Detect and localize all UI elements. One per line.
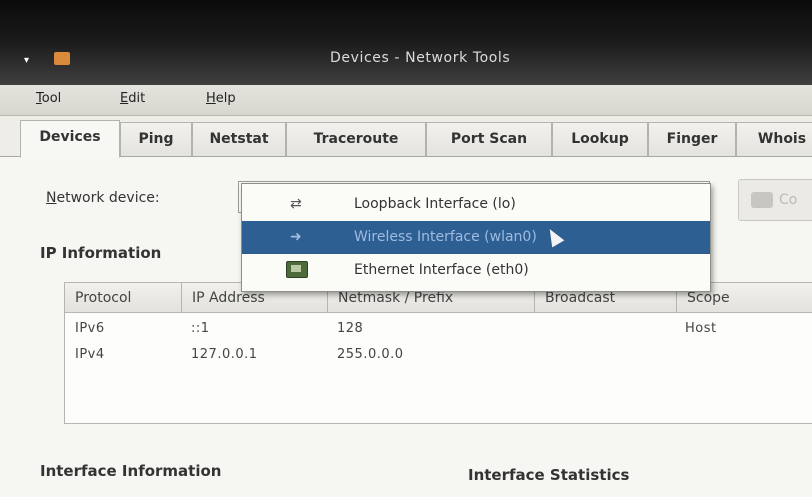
cell-ip-address: ::1 xyxy=(191,321,210,336)
app-icon xyxy=(54,52,70,65)
loopback-icon: ⇄ xyxy=(290,196,302,212)
ip-information-table: Protocol IP Address Netmask / Prefix Bro… xyxy=(64,282,812,424)
wireless-icon: ➜ xyxy=(290,229,302,245)
network-device-label: Network device: xyxy=(46,190,160,206)
tab-traceroute[interactable]: Traceroute xyxy=(286,122,426,156)
configure-icon xyxy=(751,192,773,208)
table-row[interactable]: IPv4 127.0.0.1 255.0.0.0 xyxy=(65,347,812,369)
column-header-protocol[interactable]: Protocol xyxy=(65,283,182,313)
tab-ping[interactable]: Ping xyxy=(120,122,192,156)
dropdown-item-label: Loopback Interface (lo) xyxy=(354,196,516,212)
tab-port-scan[interactable]: Port Scan xyxy=(426,122,552,156)
cell-netmask: 128 xyxy=(337,321,364,336)
tab-finger[interactable]: Finger xyxy=(648,122,736,156)
menu-help[interactable]: Help xyxy=(206,91,236,106)
interface-information-title: Interface Information xyxy=(40,462,222,480)
window-title: Devices - Network Tools xyxy=(330,50,511,66)
tab-devices[interactable]: Devices xyxy=(20,120,120,158)
menu-bar: Tool Edit Help xyxy=(0,85,812,116)
menu-tool[interactable]: Tool xyxy=(36,91,61,106)
network-device-dropdown: ⇄ Loopback Interface (lo) ➜ Wireless Int… xyxy=(241,183,711,292)
interface-statistics-title: Interface Statistics xyxy=(468,466,630,484)
cell-protocol: IPv4 xyxy=(75,347,105,362)
dropdown-item-loopback[interactable]: ⇄ Loopback Interface (lo) xyxy=(242,188,710,221)
dropdown-item-ethernet[interactable]: Ethernet Interface (eth0) xyxy=(242,254,710,287)
configure-button[interactable]: Co xyxy=(738,179,812,221)
ethernet-icon xyxy=(286,261,308,278)
cell-ip-address: 127.0.0.1 xyxy=(191,347,258,362)
cell-protocol: IPv6 xyxy=(75,321,105,336)
dropdown-item-wireless[interactable]: ➜ Wireless Interface (wlan0) xyxy=(242,221,710,254)
tab-lookup[interactable]: Lookup xyxy=(552,122,648,156)
window-menu-icon[interactable]: ▾ xyxy=(24,55,29,66)
menu-edit[interactable]: Edit xyxy=(120,91,145,106)
tab-bar: Devices Ping Netstat Traceroute Port Sca… xyxy=(0,116,812,158)
table-row[interactable]: IPv6 ::1 128 Host xyxy=(65,321,812,343)
dropdown-item-label: Wireless Interface (wlan0) xyxy=(354,229,537,245)
ip-information-title: IP Information xyxy=(40,244,162,262)
tab-whois[interactable]: Whois xyxy=(736,122,812,156)
tab-netstat[interactable]: Netstat xyxy=(192,122,286,156)
title-bar: ▾ Devices - Network Tools xyxy=(0,0,812,85)
dropdown-item-label: Ethernet Interface (eth0) xyxy=(354,262,529,278)
configure-label: Co xyxy=(779,192,798,208)
cell-scope: Host xyxy=(685,321,717,336)
cell-netmask: 255.0.0.0 xyxy=(337,347,404,362)
